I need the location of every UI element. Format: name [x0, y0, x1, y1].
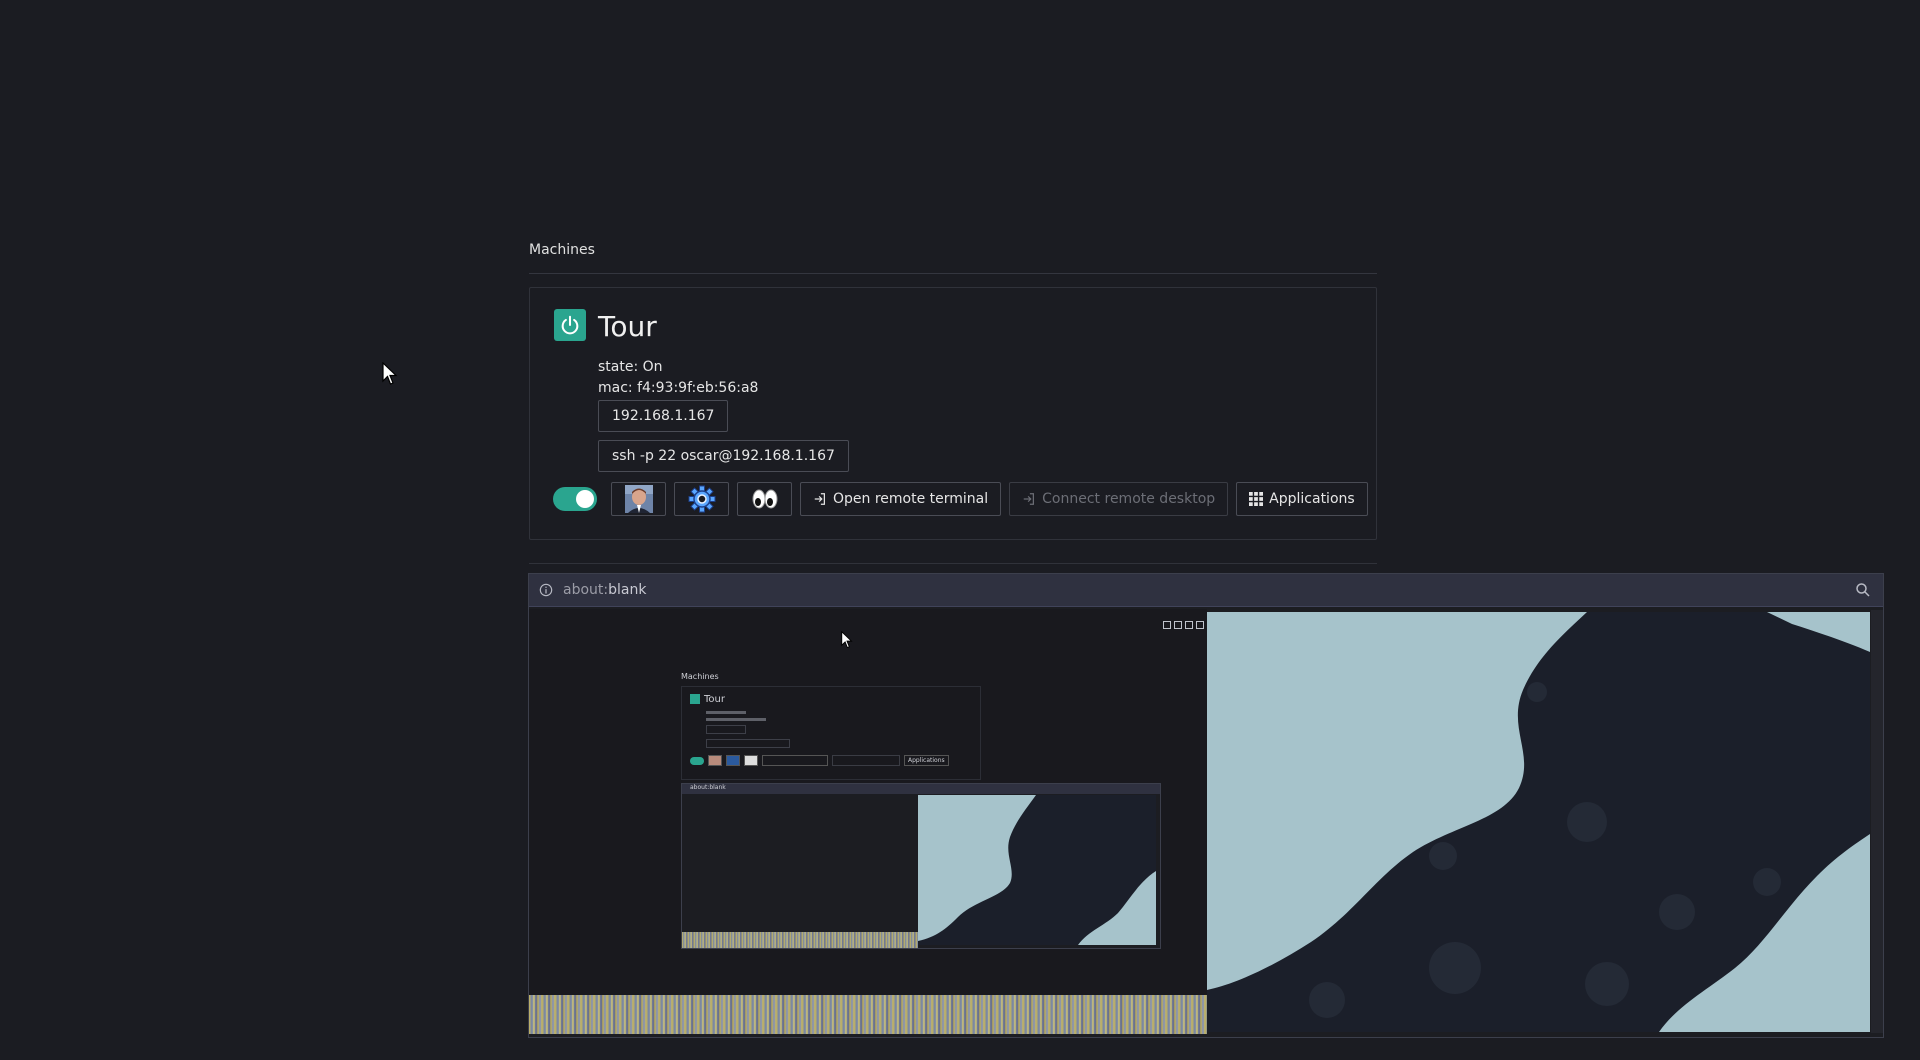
machine-mac: mac: f4:93:9f:eb:56:a8	[598, 380, 759, 396]
ip-address: 192.168.1.167	[612, 408, 715, 424]
nested-screenshot: Machines Tour Applications about:blank	[681, 672, 1161, 972]
mini-machine-card: Tour Applications	[681, 686, 981, 780]
mini-apps-btn: Applications	[904, 755, 949, 766]
remote-screen-left: Machines Tour Applications about:blank	[529, 609, 1207, 1034]
graph-icon[interactable]	[1185, 621, 1193, 629]
ip-address-box[interactable]: 192.168.1.167	[598, 400, 729, 432]
apps-grid-icon	[1249, 492, 1264, 506]
next-machine-card	[529, 563, 1377, 571]
gear-icon	[688, 485, 715, 513]
mini-terminal-btn	[762, 755, 828, 766]
mini-ip-box	[706, 725, 746, 734]
mini-noise	[682, 932, 918, 948]
viewer-scrollbar[interactable]	[1871, 610, 1883, 1033]
login-icon	[814, 493, 825, 505]
mini-avatar	[708, 755, 722, 766]
page: Machines Tour state: On mac: f4:93:9f:eb…	[0, 0, 1920, 1060]
viewer-address-bar: about:blank	[529, 574, 1883, 607]
machine-actions: Open remote terminal Connect remote desk…	[553, 482, 1368, 516]
fractal-image	[1207, 612, 1870, 1032]
avatar-icon	[624, 485, 653, 513]
applications-button[interactable]: Applications	[1236, 482, 1368, 516]
open-terminal-button[interactable]: Open remote terminal	[800, 482, 1002, 516]
mini-power-icon	[690, 694, 700, 704]
settings-icon[interactable]	[1196, 621, 1204, 629]
applications-label: Applications	[1269, 491, 1355, 507]
mini-gear	[726, 755, 740, 766]
connect-desktop-button[interactable]: Connect remote desktop	[1009, 482, 1229, 516]
mini-ssh-box	[706, 739, 790, 748]
login-icon	[1023, 493, 1035, 505]
video-noise-strip	[529, 995, 1207, 1034]
machine-state: state: On	[598, 359, 663, 375]
mini-desktop-btn	[832, 755, 900, 766]
info-icon[interactable]	[539, 583, 553, 597]
mini-text-line	[706, 718, 766, 721]
toggle-knob	[576, 490, 594, 508]
machine-name: Tour	[598, 310, 657, 343]
zoom-icon[interactable]	[1855, 582, 1871, 598]
eyes-icon	[752, 489, 777, 509]
url-scheme: about:	[563, 582, 609, 598]
mini-section-title: Machines	[681, 672, 719, 681]
connect-desktop-label: Connect remote desktop	[1042, 491, 1216, 507]
mini-viewer: about:blank	[681, 783, 1161, 949]
monitor-button[interactable]	[737, 482, 792, 516]
power-icon[interactable]	[554, 309, 586, 341]
user-avatar-button[interactable]	[611, 482, 666, 516]
mini-viewer-bar: about:blank	[682, 784, 1160, 794]
mouse-pointer-icon	[841, 631, 853, 649]
viewer-url: about:blank	[563, 582, 646, 598]
ssh-command-box[interactable]: ssh -p 22 oscar@192.168.1.167	[598, 440, 849, 472]
section-title: Machines	[529, 242, 595, 258]
clipboard-icon[interactable]	[1174, 621, 1182, 629]
mini-fractal	[918, 795, 1156, 945]
machine-card: Tour state: On mac: f4:93:9f:eb:56:a8 19…	[529, 287, 1377, 540]
section-divider	[529, 273, 1377, 274]
remote-desktop-viewer[interactable]: about:blank Machines Tour Applications a…	[528, 573, 1884, 1038]
mini-toggle	[690, 757, 704, 765]
power-toggle[interactable]	[553, 487, 597, 511]
ssh-command: ssh -p 22 oscar@192.168.1.167	[612, 448, 835, 464]
mini-machine-name: Tour	[704, 694, 725, 705]
keyboard-icon[interactable]	[1163, 621, 1171, 629]
open-terminal-label: Open remote terminal	[833, 491, 989, 507]
mini-text-line	[706, 711, 746, 714]
mini-eyes	[744, 755, 758, 766]
mouse-pointer-icon	[382, 362, 398, 385]
url-path: blank	[608, 582, 647, 598]
mini-url: about:blank	[690, 784, 726, 791]
settings-button[interactable]	[674, 482, 729, 516]
